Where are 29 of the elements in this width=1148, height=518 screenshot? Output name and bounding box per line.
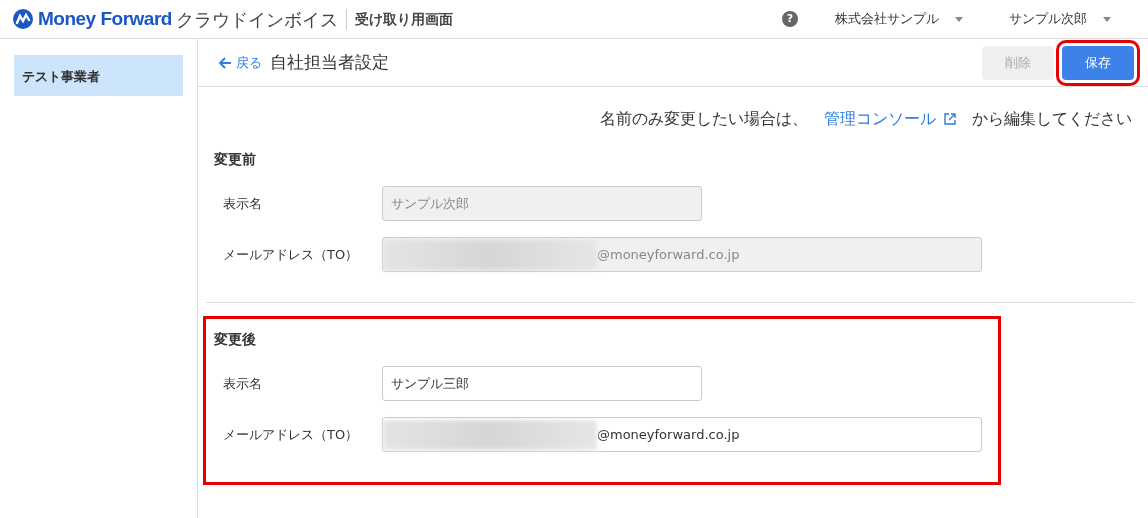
text-field[interactable]: サンプル三郎 <box>382 366 702 401</box>
field-value: @moneyforward.co.jp <box>597 245 740 264</box>
external-link-icon <box>944 113 956 125</box>
notice-text: から編集してください <box>972 108 1132 130</box>
section-heading: 変更後 <box>214 330 257 349</box>
console-link[interactable]: 管理コンソール <box>824 107 956 131</box>
field-label: メールアドレス（TO） <box>222 425 360 444</box>
product-name: クラウドインボイス <box>175 7 338 32</box>
caret-icon <box>1103 16 1111 22</box>
company-menu[interactable]: 株式会社サンプル <box>834 8 964 30</box>
caret-icon <box>955 16 963 22</box>
sidebar-item[interactable]: テスト事業者 <box>14 55 183 96</box>
field-label: 表示名 <box>222 374 263 393</box>
section-heading: 変更前 <box>214 150 257 169</box>
back-arrow-icon <box>218 55 232 70</box>
notice-text: 名前のみ変更したい場合は、 <box>600 108 808 130</box>
page-subtitle: 受け取り用画面 <box>345 8 453 30</box>
field-value: サンプル三郎 <box>391 374 469 393</box>
field-value: サンプル次郎 <box>391 194 469 213</box>
field-value: @moneyforward.co.jp <box>597 425 740 444</box>
field-label: 表示名 <box>222 194 263 213</box>
text-field[interactable]: @moneyforward.co.jp <box>382 417 982 452</box>
field-label: メールアドレス（TO） <box>222 245 360 264</box>
back-link[interactable]: 戻る <box>218 52 262 73</box>
page-title: 自社担当者設定 <box>270 50 389 74</box>
logo-icon <box>12 8 34 30</box>
brand-logo: Money Forward <box>38 6 172 31</box>
help-icon[interactable]: ? <box>782 11 798 27</box>
user-menu[interactable]: サンプル次郎 <box>1008 8 1112 30</box>
